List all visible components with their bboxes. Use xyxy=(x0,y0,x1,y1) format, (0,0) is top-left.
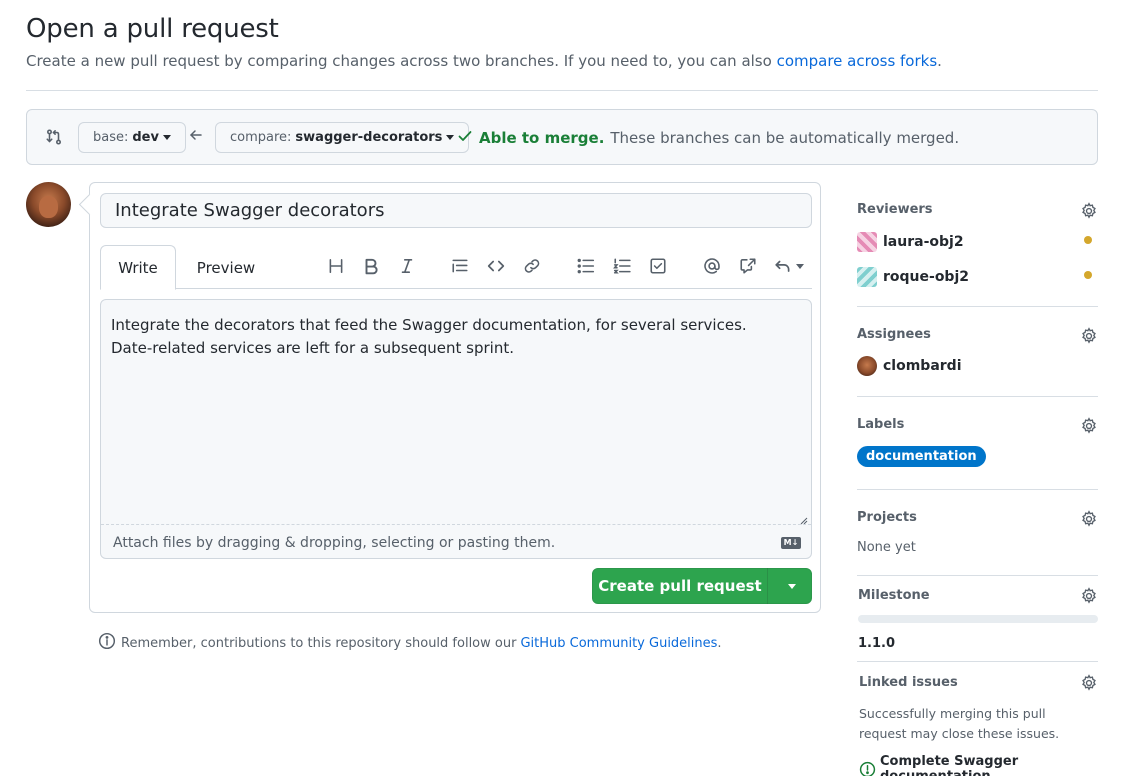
create-pull-request-button[interactable]: Create pull request xyxy=(592,568,812,604)
chevron-down-icon xyxy=(162,135,171,140)
assignees-heading[interactable]: Assignees xyxy=(857,327,1098,342)
linked-issues-section: Linked issues Successfully merging this … xyxy=(857,674,1098,776)
subtitle-text: Create a new pull request by comparing c… xyxy=(26,52,772,70)
linked-issues-heading[interactable]: Linked issues xyxy=(859,675,1098,690)
base-branch-select[interactable]: base: dev xyxy=(78,122,186,153)
code-icon[interactable] xyxy=(485,255,507,277)
tab-preview[interactable]: Preview xyxy=(188,245,264,290)
sidebar-divider xyxy=(857,306,1098,307)
merge-status: Able to merge. These branches can be aut… xyxy=(457,128,959,148)
assignee-name: clombardi xyxy=(883,358,962,374)
gear-icon[interactable] xyxy=(1080,587,1098,605)
identicon-avatar xyxy=(857,232,877,252)
markdown-icon[interactable]: M↓ xyxy=(781,537,801,549)
attach-files-hint: Attach files by dragging & dropping, sel… xyxy=(113,535,556,551)
projects-heading[interactable]: Projects xyxy=(857,510,1098,525)
sidebar-divider xyxy=(857,575,1098,576)
unordered-list-icon[interactable] xyxy=(575,255,597,277)
labels-section: Labels documentation xyxy=(857,417,1098,472)
label-documentation[interactable]: documentation xyxy=(857,446,986,467)
community-guidelines-link[interactable]: GitHub Community Guidelines xyxy=(520,636,717,651)
sidebar-divider xyxy=(857,661,1098,662)
italic-icon[interactable] xyxy=(396,255,418,277)
gear-icon[interactable] xyxy=(1080,674,1098,692)
mention-icon[interactable] xyxy=(701,255,723,277)
contribution-footnote: Remember, contributions to this reposito… xyxy=(98,632,722,654)
arrow-left-icon xyxy=(188,127,204,143)
chevron-down-icon xyxy=(796,263,804,269)
header-divider xyxy=(26,90,1098,91)
compare-across-forks-link[interactable]: compare across forks xyxy=(777,52,938,70)
avatar xyxy=(857,356,877,376)
heading-icon[interactable] xyxy=(325,255,347,277)
create-options-dropdown[interactable] xyxy=(768,583,811,589)
author-avatar[interactable] xyxy=(26,182,71,227)
reviewer-name: laura-obj2 xyxy=(883,234,964,250)
base-branch-name: dev xyxy=(132,130,159,145)
link-icon[interactable] xyxy=(521,255,543,277)
page-subtitle: Create a new pull request by comparing c… xyxy=(26,52,942,70)
milestone-heading[interactable]: Milestone xyxy=(858,588,1098,603)
reviewers-heading[interactable]: Reviewers xyxy=(857,202,1098,217)
info-icon xyxy=(98,632,121,654)
sidebar-divider xyxy=(857,489,1098,490)
create-pull-request-label: Create pull request xyxy=(598,577,762,595)
tab-write[interactable]: Write xyxy=(100,245,176,290)
compare-arrows-icon xyxy=(45,128,63,146)
pending-review-dot xyxy=(1084,271,1092,279)
subtitle-end: . xyxy=(937,52,942,70)
merge-ok-text: Able to merge. xyxy=(479,129,605,147)
pr-title-input[interactable]: Integrate Swagger decorators xyxy=(100,193,812,228)
bold-icon[interactable] xyxy=(360,255,382,277)
footnote-text: Remember, contributions to this reposito… xyxy=(121,635,517,651)
footnote-end: . xyxy=(717,635,722,651)
ordered-list-icon[interactable] xyxy=(611,255,633,277)
compare-branch-name: swagger-decorators xyxy=(295,130,443,145)
cross-reference-icon[interactable] xyxy=(737,255,759,277)
pending-review-dot xyxy=(1084,236,1092,244)
reviewer-name: roque-obj2 xyxy=(883,269,969,285)
chevron-down-icon xyxy=(446,135,455,140)
gear-icon[interactable] xyxy=(1080,327,1098,345)
milestone-value[interactable]: 1.1.0 xyxy=(858,636,895,651)
quote-icon[interactable] xyxy=(449,255,471,277)
milestone-progress-bar xyxy=(858,615,1098,623)
reviewer-laura-obj2[interactable]: laura-obj2 xyxy=(857,232,964,252)
gear-icon[interactable] xyxy=(1080,202,1098,220)
resize-handle-icon[interactable] xyxy=(798,512,808,525)
assignee-clombardi[interactable]: clombardi xyxy=(857,356,962,376)
identicon-avatar xyxy=(857,267,877,287)
linked-issue-item[interactable]: Complete Swagger documentation xyxy=(859,754,1098,776)
base-prefix: base: xyxy=(93,130,129,145)
reviewer-roque-obj2[interactable]: roque-obj2 xyxy=(857,267,969,287)
branch-range-bar: base: dev compare: swagger-decorators Ab… xyxy=(26,109,1098,165)
labels-heading[interactable]: Labels xyxy=(857,417,1098,432)
linked-issues-description: Successfully merging this pull request m… xyxy=(859,706,1060,741)
linked-issue-title: Complete Swagger documentation xyxy=(880,754,1019,776)
page-title: Open a pull request xyxy=(26,14,279,44)
task-list-icon[interactable] xyxy=(647,255,669,277)
gear-icon[interactable] xyxy=(1080,510,1098,528)
assignees-section: Assignees clombardi xyxy=(857,327,1098,377)
attach-files-bar[interactable]: Attach files by dragging & dropping, sel… xyxy=(101,524,811,558)
editor-tabbar: Write Preview xyxy=(100,245,812,290)
merge-detail-text: These branches can be automatically merg… xyxy=(610,129,960,147)
undo-icon[interactable] xyxy=(773,255,805,277)
compare-branch-select[interactable]: compare: swagger-decorators xyxy=(215,122,470,153)
reviewers-section: Reviewers laura-obj2 roque-obj2 xyxy=(857,202,1098,292)
chevron-down-icon xyxy=(787,583,796,589)
pr-composer: Integrate Swagger decorators Write Previ… xyxy=(89,182,821,613)
milestone-section: Milestone 1.1.0 xyxy=(857,587,1098,654)
pr-body-textarea[interactable]: Integrate the decorators that feed the S… xyxy=(100,299,812,559)
check-icon xyxy=(457,128,473,148)
compare-prefix: compare: xyxy=(230,130,292,145)
open-issue-icon xyxy=(859,761,876,776)
sidebar-divider xyxy=(857,396,1098,397)
gear-icon[interactable] xyxy=(1080,417,1098,435)
projects-section: Projects None yet xyxy=(857,510,1098,560)
pr-body-text: Integrate the decorators that feed the S… xyxy=(111,316,747,357)
projects-value: None yet xyxy=(857,540,916,555)
